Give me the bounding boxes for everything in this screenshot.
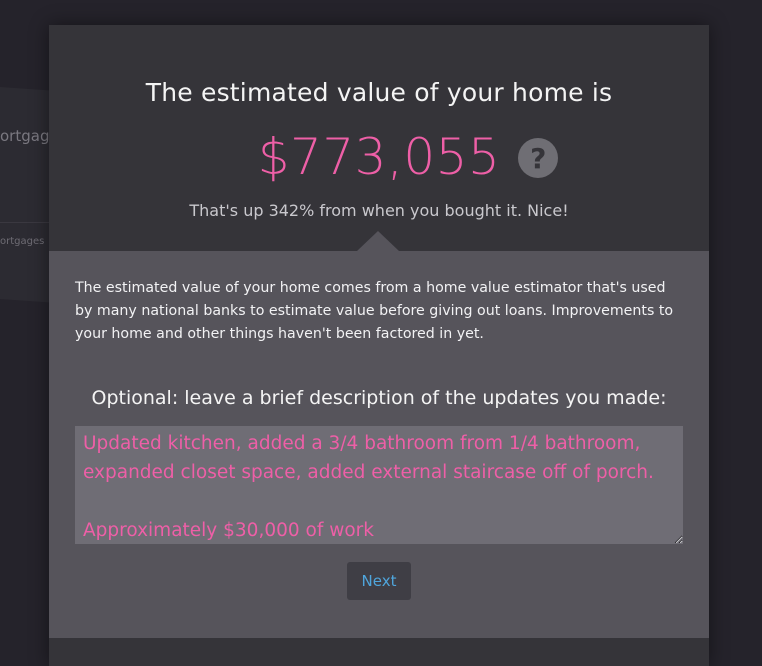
question-mark-icon[interactable]: ? (518, 138, 559, 178)
modal-header-section: The estimated value of your home is $773… (49, 25, 709, 251)
modal-footer (49, 638, 709, 666)
estimator-explanation: The estimated value of your home comes f… (75, 280, 674, 342)
value-change-text: That's up 342% from when you bought it. … (189, 201, 569, 220)
estimated-value: $773,055 (257, 128, 501, 186)
info-panel: The estimated value of your home comes f… (49, 231, 709, 638)
updates-prompt-label: Optional: leave a brief description of t… (91, 387, 667, 409)
home-value-modal: The estimated value of your home is $773… (49, 25, 709, 666)
updates-description-field[interactable] (75, 426, 683, 544)
value-row: $773,055 ? (49, 125, 709, 189)
background-divider (0, 222, 50, 223)
next-button[interactable]: Next (347, 562, 411, 600)
background-nav-sublabel: ortgages (0, 236, 45, 247)
estimated-value-heading: The estimated value of your home is (145, 78, 613, 107)
panel-pointer-arrow (357, 231, 399, 251)
